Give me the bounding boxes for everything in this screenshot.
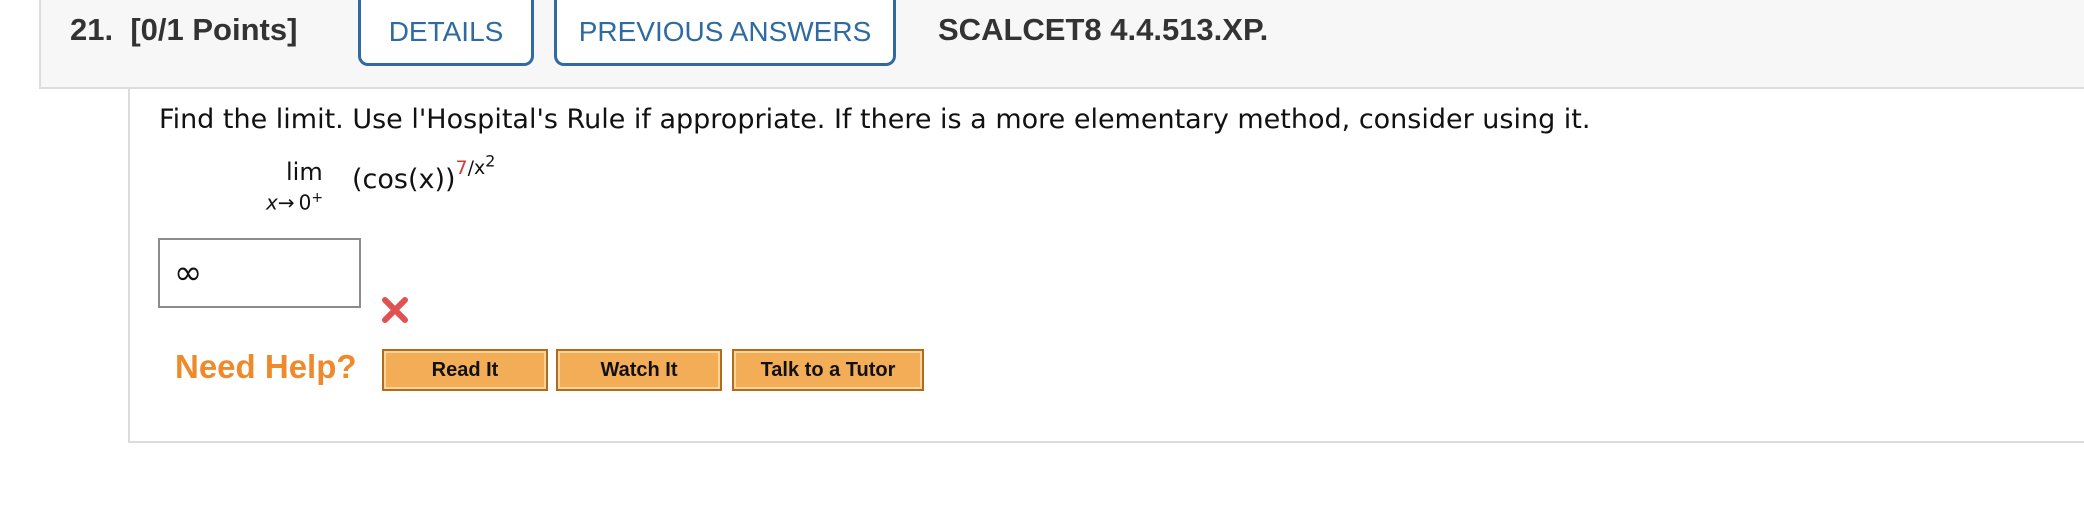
answer-input[interactable]: ∞ <box>158 238 361 308</box>
exponent-power: 2 <box>485 151 496 171</box>
talk-to-tutor-button[interactable]: Talk to a Tutor <box>732 349 924 391</box>
details-button[interactable]: DETAILS <box>358 0 534 66</box>
lim-target: 0 <box>298 190 312 215</box>
question-number: 21. <box>70 12 114 47</box>
need-help-label: Need Help? <box>175 348 357 385</box>
previous-answers-button[interactable]: PREVIOUS ANSWERS <box>554 0 896 66</box>
limit-function: (cos(x))7/x2 <box>352 152 495 195</box>
question-code: SCALCET8 4.4.513.XP. <box>938 12 1269 47</box>
question-prompt: Find the limit. Use l'Hospital's Rule if… <box>159 104 1591 135</box>
read-it-button[interactable]: Read It <box>382 349 548 391</box>
exponent-rest: /x <box>467 157 486 179</box>
lim-var: x <box>266 190 278 215</box>
lim-arrow: → <box>277 190 295 215</box>
function-exponent: 7/x2 <box>455 152 496 179</box>
function-base: (cos(x)) <box>352 164 456 195</box>
exponent-numerator: 7 <box>455 157 468 179</box>
lim-word: lim <box>286 158 323 186</box>
points-label: [0/1 Points] <box>130 12 298 47</box>
lim-subscript: x→ 0+ <box>266 190 323 215</box>
lim-side: + <box>311 190 324 206</box>
x-mark-icon <box>382 297 408 323</box>
watch-it-button[interactable]: Watch It <box>556 349 722 391</box>
answer-value: ∞ <box>174 253 203 293</box>
question-number-points: 21. [0/1 Points] <box>70 12 297 48</box>
